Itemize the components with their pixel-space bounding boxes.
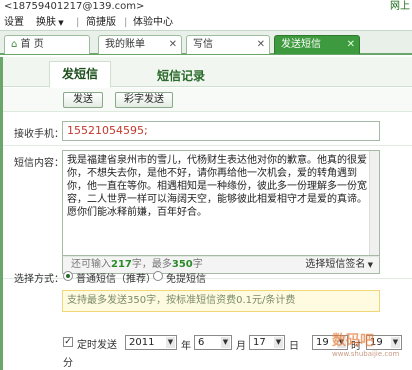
window-title: <18759401217@139.com> bbox=[4, 1, 145, 12]
radio-normal[interactable] bbox=[63, 271, 73, 281]
close-icon[interactable]: ✕ bbox=[347, 36, 355, 54]
chevron-down-icon: ▼ bbox=[274, 337, 283, 348]
send-button[interactable]: 发送 bbox=[63, 92, 103, 108]
action-toolbar: 发送 彩字发送 bbox=[3, 88, 412, 112]
month-value: 6 bbox=[198, 337, 205, 348]
sms-subtabs: 发短信 短信记录 bbox=[3, 57, 412, 88]
recipient-label: 接收手机： bbox=[14, 129, 64, 140]
day-select[interactable]: 17 ▼ bbox=[249, 335, 285, 350]
minute-unit: 分 bbox=[63, 358, 73, 369]
menu-divider-2: | bbox=[124, 17, 128, 28]
chevron-down-icon: ▼ bbox=[166, 337, 175, 348]
billing-notice: 支持最多发送350字，按标准短信资费0.1元/条计费 bbox=[62, 290, 380, 312]
message-text: 我是福建省泉州市的雪儿，代杨财生表达他对你的歉意。他真的很爱你，不想失去你，是他… bbox=[67, 155, 367, 218]
window-title-bar: <18759401217@139.com> 网上 bbox=[0, 0, 412, 14]
net-link[interactable]: 网上 bbox=[390, 0, 410, 14]
color-send-button[interactable]: 彩字发送 bbox=[115, 92, 173, 108]
tab-home[interactable]: ⌂ 首 页 bbox=[4, 35, 90, 54]
menu-bar: 设置 换肤 ▼ | 简捷版 | 体验中心 bbox=[0, 14, 412, 31]
message-label: 短信内容： bbox=[14, 158, 64, 169]
schedule-label: 定时发送 bbox=[77, 340, 117, 351]
menu-skin-label: 换肤 bbox=[36, 17, 56, 28]
watermark-text: 数码吧 bbox=[332, 333, 374, 349]
close-icon[interactable]: ✕ bbox=[257, 36, 265, 54]
schedule-checkbox[interactable]: ✓ bbox=[63, 337, 73, 347]
close-icon[interactable]: ✕ bbox=[169, 36, 177, 54]
watermark-logo: 数码吧 www.shubaijie.com bbox=[332, 330, 410, 368]
max-count: 350 bbox=[171, 259, 193, 270]
divider bbox=[3, 145, 412, 146]
subtab-send[interactable]: 发短信 bbox=[49, 61, 112, 88]
radio-free[interactable] bbox=[153, 271, 163, 281]
scrollbar[interactable] bbox=[369, 151, 379, 255]
tab-compose-label: 写信 bbox=[193, 39, 213, 50]
chevron-down-icon: ▼ bbox=[56, 19, 64, 27]
signature-dropdown[interactable]: 选择短信签名 ▼ bbox=[305, 257, 373, 273]
subtab-records[interactable]: 短信记录 bbox=[157, 67, 205, 84]
month-select[interactable]: 6 ▼ bbox=[194, 335, 232, 350]
watermark-url: www.shubaijie.com bbox=[332, 350, 400, 358]
tab-send-sms-label: 发送短信 bbox=[281, 39, 321, 50]
tab-bill-label: 我的账单 bbox=[105, 39, 145, 50]
method-label: 选择方式： bbox=[14, 274, 64, 285]
recipient-input[interactable]: 15521054595; bbox=[62, 121, 380, 141]
month-unit: 月 bbox=[236, 341, 246, 352]
year-select[interactable]: 2011 ▼ bbox=[125, 335, 177, 350]
radio-normal-label[interactable]: 普通短信（推荐） bbox=[76, 270, 156, 285]
remain-count: 217 bbox=[111, 259, 132, 270]
chevron-down-icon: ▼ bbox=[365, 261, 373, 269]
chevron-down-icon: ▼ bbox=[221, 337, 230, 348]
menu-skin[interactable]: 换肤 ▼ bbox=[36, 14, 64, 32]
menu-settings[interactable]: 设置 bbox=[4, 14, 24, 31]
day-unit: 日 bbox=[289, 341, 299, 352]
tab-home-label: 首 页 bbox=[20, 39, 44, 50]
remain-prefix: 还可输入 bbox=[71, 259, 111, 270]
menu-simple[interactable]: 简捷版 bbox=[86, 14, 116, 31]
menu-experience[interactable]: 体验中心 bbox=[133, 14, 173, 31]
signature-label: 选择短信签名 bbox=[305, 259, 366, 270]
day-value: 17 bbox=[253, 337, 266, 348]
home-icon: ⌂ bbox=[11, 39, 21, 50]
year-unit: 年 bbox=[181, 341, 191, 352]
radio-free-label[interactable]: 免提短信 bbox=[166, 270, 206, 285]
remain-suffix: 字 bbox=[192, 259, 203, 270]
remain-mid: 字，最多 bbox=[131, 259, 172, 270]
tab-bill[interactable]: 我的账单 ✕ bbox=[98, 35, 182, 54]
message-textarea[interactable]: 我是福建省泉州市的雪儿，代杨财生表达他对你的歉意。他真的很爱你，不想失去你，是他… bbox=[62, 150, 380, 256]
tab-send-sms[interactable]: 发送短信 ✕ bbox=[274, 35, 360, 54]
tab-compose[interactable]: 写信 ✕ bbox=[186, 35, 270, 54]
tab-bar: ⌂ 首 页 我的账单 ✕ 写信 ✕ 发送短信 ✕ bbox=[0, 31, 412, 55]
menu-divider: | bbox=[76, 17, 80, 28]
year-value: 2011 bbox=[129, 337, 155, 348]
hour-value: 19 bbox=[316, 337, 329, 348]
